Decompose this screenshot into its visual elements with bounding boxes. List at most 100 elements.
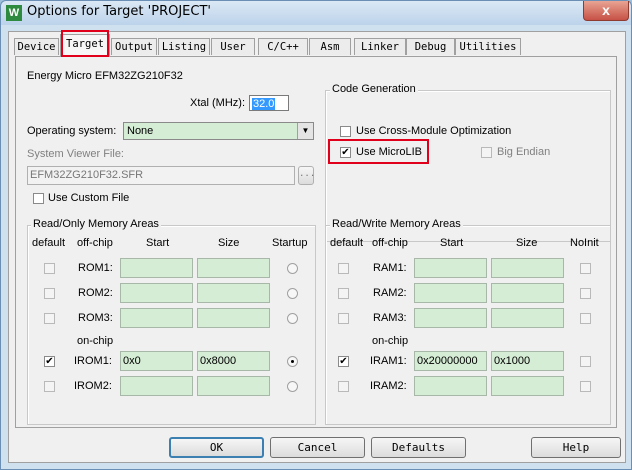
tab-user[interactable]: User [211,38,255,55]
ram3-size-input[interactable] [491,308,564,328]
irom2-size-input[interactable] [197,376,270,396]
iram1-size-input[interactable]: 0x1000 [491,351,564,371]
rw-header-size: Size [516,237,538,249]
rom2-size-input[interactable] [197,283,270,303]
rom3-default-checkbox[interactable] [44,313,55,324]
rw-header-default: default [330,237,364,249]
ro-header-default: default [32,237,66,249]
microlib-highlight [328,139,429,164]
check-icon: ✔ [45,356,54,367]
ram2-noinit-checkbox[interactable] [580,288,591,299]
big-endian-checkbox[interactable] [481,147,492,158]
irom2-start-input[interactable] [120,376,193,396]
ram3-start-input[interactable] [414,308,487,328]
ram2-label: RAM2: [373,287,407,299]
tab-device[interactable]: Device [14,38,59,55]
tab-asm[interactable]: Asm [309,38,351,55]
irom2-label: IROM2: [74,380,112,392]
ram1-size-input[interactable] [491,258,564,278]
tab-listing[interactable]: Listing [158,38,210,55]
help-button[interactable]: Help [531,437,621,458]
readwrite-memory-title: Read/Write Memory Areas [330,218,463,230]
cross-module-label: Use Cross-Module Optimization [356,125,512,137]
custom-file-checkbox[interactable] [33,193,44,204]
tab-c-cpp[interactable]: C/C++ [258,38,308,55]
iram2-start-input[interactable] [414,376,487,396]
chevron-down-icon[interactable]: ▼ [297,123,313,139]
rom2-startup-radio[interactable] [287,288,298,299]
iram1-start-input[interactable]: 0x20000000 [414,351,487,371]
check-icon: ✔ [339,356,348,367]
rom2-label: ROM2: [78,287,113,299]
rom3-start-input[interactable] [120,308,193,328]
code-generation-title: Code Generation [330,83,418,95]
ram3-default-checkbox[interactable] [338,313,349,324]
irom2-default-checkbox[interactable] [44,381,55,392]
svf-browse-button[interactable]: ... [298,166,315,185]
iram2-label: IRAM2: [370,380,407,392]
dialog-client: Device Target Output Listing User C/C++ … [8,30,626,463]
xtal-label: Xtal (MHz): [190,97,245,109]
ram1-noinit-checkbox[interactable] [580,263,591,274]
cancel-button[interactable]: Cancel [270,437,365,458]
irom1-startup-radio[interactable] [287,356,298,367]
ram3-label: RAM3: [373,312,407,324]
ram1-default-checkbox[interactable] [338,263,349,274]
iram1-noinit-checkbox[interactable] [580,356,591,367]
rom1-size-input[interactable] [197,258,270,278]
iram2-noinit-checkbox[interactable] [580,381,591,392]
target-tab-highlight [61,30,109,57]
ram1-start-input[interactable] [414,258,487,278]
options-dialog: W Options for Target 'PROJECT' x Device … [0,0,632,470]
readonly-memory-title: Read/Only Memory Areas [31,218,161,230]
window-title: Options for Target 'PROJECT' [27,4,211,19]
irom1-start-input[interactable]: 0x0 [120,351,193,371]
close-button[interactable]: x [583,1,629,21]
os-select[interactable]: None ▼ [123,122,314,140]
tab-debug[interactable]: Debug [406,38,455,55]
irom1-size-input[interactable]: 0x8000 [197,351,270,371]
rom1-default-checkbox[interactable] [44,263,55,274]
ram2-start-input[interactable] [414,283,487,303]
title-bar[interactable]: W Options for Target 'PROJECT' x [1,1,631,25]
ro-header-offchip: off-chip [77,237,113,249]
ram3-noinit-checkbox[interactable] [580,313,591,324]
rw-header-offchip: off-chip [372,237,408,249]
rom3-startup-radio[interactable] [287,313,298,324]
cross-module-checkbox[interactable] [340,126,351,137]
rom3-label: ROM3: [78,312,113,324]
rom1-label: ROM1: [78,262,113,274]
irom1-default-checkbox[interactable]: ✔ [44,356,55,367]
irom2-startup-radio[interactable] [287,381,298,392]
ram2-default-checkbox[interactable] [338,288,349,299]
svf-input[interactable]: EFM32ZG210F32.SFR [27,166,295,185]
iram1-label: IRAM1: [370,355,407,367]
rom1-start-input[interactable] [120,258,193,278]
irom1-label: IROM1: [74,355,112,367]
tab-utilities[interactable]: Utilities [455,38,521,55]
iram1-default-checkbox[interactable]: ✔ [338,356,349,367]
rom1-startup-radio[interactable] [287,263,298,274]
tab-linker[interactable]: Linker [354,38,406,55]
ro-header-size: Size [218,237,240,249]
rom2-default-checkbox[interactable] [44,288,55,299]
rw-header-start: Start [440,237,464,249]
ro-onchip-label: on-chip [77,335,114,347]
svf-label: System Viewer File: [27,148,124,160]
defaults-button[interactable]: Defaults [371,437,466,458]
rom3-size-input[interactable] [197,308,270,328]
rom2-start-input[interactable] [120,283,193,303]
xtal-input[interactable]: 32.0 [249,95,289,111]
ram1-label: RAM1: [373,262,407,274]
rw-header-noinit: NoInit [570,237,599,249]
iram2-size-input[interactable] [491,376,564,396]
big-endian-label: Big Endian [497,146,551,158]
ok-button[interactable]: OK [169,437,264,458]
iram2-default-checkbox[interactable] [338,381,349,392]
ro-header-startup: Startup [272,237,308,249]
device-name: Energy Micro EFM32ZG210F32 [27,70,183,82]
xtal-value: 32.0 [252,98,276,110]
ram2-size-input[interactable] [491,283,564,303]
app-icon: W [6,5,22,21]
tab-output[interactable]: Output [111,38,157,55]
